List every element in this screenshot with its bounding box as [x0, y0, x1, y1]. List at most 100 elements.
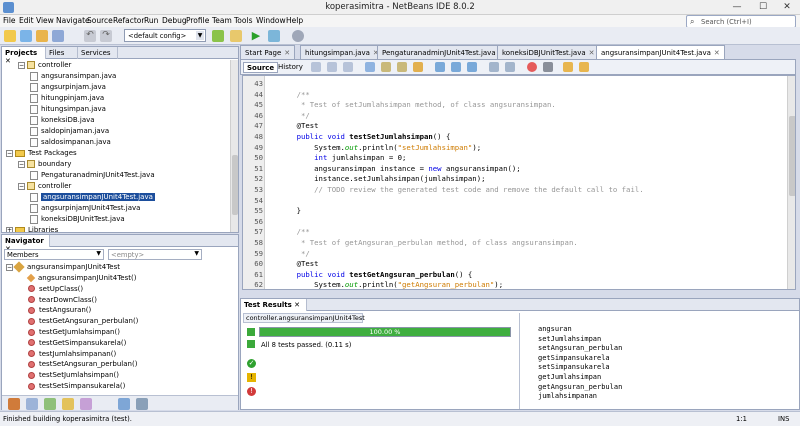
toggle-highlight-icon[interactable]	[413, 62, 423, 72]
config-select[interactable]: <default config> ▼	[124, 29, 206, 42]
save-all-icon[interactable]	[52, 30, 64, 42]
next-bookmark-icon[interactable]	[451, 62, 461, 72]
expand-toggle-icon[interactable]: −	[18, 160, 25, 168]
filter-static-icon[interactable]	[44, 398, 56, 410]
filter-inherited-icon[interactable]	[80, 398, 92, 410]
open-project-icon[interactable]	[36, 30, 48, 42]
tab-koneksidb[interactable]: koneksiDBJUnitTest.java ✕	[497, 45, 600, 59]
tab-history[interactable]: History	[275, 62, 306, 73]
sort-icon[interactable]	[8, 398, 20, 410]
scroll-thumb[interactable]	[789, 116, 795, 196]
uncomment-icon[interactable]	[579, 62, 589, 72]
menu-tools[interactable]: Tools	[234, 16, 252, 25]
stop-macro-icon[interactable]	[543, 62, 553, 72]
minimize-button[interactable]: —	[724, 0, 750, 14]
navigator-member[interactable]: testAngsuran()	[28, 305, 91, 316]
tree-item[interactable]: koneksiDB.java	[30, 115, 95, 126]
build-icon[interactable]	[212, 30, 224, 42]
expand-toggle-icon[interactable]: +	[6, 226, 13, 232]
tab-files[interactable]: Files	[46, 47, 78, 59]
tree-item[interactable]: saldopinjaman.java	[30, 126, 109, 137]
navigator-member[interactable]: setUpClass()	[28, 284, 83, 295]
projects-scrollbar[interactable]	[230, 60, 238, 232]
undo-icon[interactable]: ↶	[84, 30, 96, 42]
tab-source[interactable]: Source	[243, 62, 279, 73]
navigator-member[interactable]: testSetJumlahsimpan()	[28, 370, 119, 381]
menu-view[interactable]: View	[36, 16, 54, 25]
close-tab-icon[interactable]: ✕	[284, 49, 290, 57]
menu-run[interactable]: Run	[144, 16, 158, 25]
members-select[interactable]: Members ▼	[4, 249, 104, 260]
tree-item[interactable]: angsurpinjam.java	[30, 82, 106, 93]
navigator-member[interactable]: tearDownClass()	[28, 295, 97, 306]
tree-item[interactable]: angsuransimpan.java	[30, 71, 116, 82]
record-macro-icon[interactable]	[527, 62, 537, 72]
menu-source[interactable]: Source	[87, 16, 113, 25]
navigator-member[interactable]: testGetAngsuran_perbulan()	[28, 316, 138, 327]
back-icon[interactable]	[327, 62, 337, 72]
comment-icon[interactable]	[563, 62, 573, 72]
expand-toggle-icon[interactable]: −	[18, 182, 25, 190]
navigator-member[interactable]: testGetJumlahsimpan()	[28, 327, 120, 338]
expand-toggle-icon[interactable]: −	[6, 149, 13, 157]
forward-icon[interactable]	[343, 62, 353, 72]
tab-start-page[interactable]: Start Page ✕	[240, 45, 296, 59]
menu-navigate[interactable]: Navigate	[56, 16, 90, 25]
menu-help[interactable]: Help	[286, 16, 303, 25]
tab-angsuransimpan[interactable]: angsuransimpanJUnit4Test.java ✕	[596, 45, 725, 59]
tab-hitungsimpan[interactable]: hitungsimpan.java ✕	[300, 45, 384, 59]
shift-left-icon[interactable]	[489, 62, 499, 72]
navigator-member[interactable]: testSetAngsuran_perbulan()	[28, 359, 137, 370]
tab-navigator[interactable]: Navigator ✕	[2, 235, 50, 253]
new-project-icon[interactable]	[20, 30, 32, 42]
sort-source-icon[interactable]	[136, 398, 148, 410]
sort-alpha-icon[interactable]	[118, 398, 130, 410]
filter-select[interactable]: <empty> ▼	[108, 249, 202, 260]
tree-item[interactable]: koneksiDBJUnitTest.java	[30, 214, 125, 225]
tree-item[interactable]: − controller	[18, 60, 71, 71]
navigator-member[interactable]: testGetSimpansukarela()	[28, 338, 126, 349]
menu-refactor[interactable]: Refactor	[113, 16, 144, 25]
tree-item[interactable]: − boundary	[18, 159, 71, 170]
code-editor[interactable]: 43 44 /** 45 * Test of setJumlahsimpan met…	[242, 75, 796, 290]
find-icon[interactable]	[365, 62, 375, 72]
editor-scrollbar[interactable]	[787, 76, 795, 289]
navigator-member[interactable]: angsuransimpanJUnit4Test()	[26, 273, 136, 284]
scroll-thumb[interactable]	[232, 155, 238, 215]
close-tab-icon[interactable]: ✕	[714, 49, 720, 57]
collapse-icon[interactable]: −	[6, 263, 13, 271]
run-icon[interactable]: ▶	[250, 30, 262, 42]
close-tab-icon[interactable]: ✕	[589, 49, 595, 57]
menu-file[interactable]: File	[3, 16, 16, 25]
expand-toggle-icon[interactable]: −	[18, 61, 25, 69]
find-next-icon[interactable]	[397, 62, 407, 72]
tab-pengaturanadmin[interactable]: PengaturanadminJUnit4Test.java✕	[377, 45, 510, 59]
tab-services[interactable]: Services	[78, 47, 118, 59]
tab-projects[interactable]: Projects ✕	[2, 47, 46, 65]
shift-right-icon[interactable]	[505, 62, 515, 72]
clean-build-icon[interactable]	[230, 30, 242, 42]
menu-profile[interactable]: Profile	[186, 16, 209, 25]
tree-item[interactable]: hitungsimpan.java	[30, 104, 106, 115]
tree-item[interactable]: − Test Packages	[6, 148, 77, 159]
navigator-member[interactable]: testSetSimpansukarela()	[28, 381, 125, 392]
menu-debug[interactable]: Debug	[162, 16, 187, 25]
filter-nonpublic-icon[interactable]	[62, 398, 74, 410]
redo-icon[interactable]: ↷	[100, 30, 112, 42]
menu-team[interactable]: Team	[212, 16, 232, 25]
find-prev-icon[interactable]	[381, 62, 391, 72]
tree-item[interactable]: angsurpinjamJUnit4Test.java	[30, 203, 140, 214]
last-edit-icon[interactable]	[311, 62, 321, 72]
tree-item[interactable]: + Libraries	[6, 225, 58, 232]
toggle-bookmark-icon[interactable]	[467, 62, 477, 72]
tree-item[interactable]: PengaturanadminJUnit4Test.java	[30, 170, 155, 181]
new-file-icon[interactable]	[4, 30, 16, 42]
search-input[interactable]: Search (Ctrl+I)	[701, 18, 752, 26]
navigator-member[interactable]: testJumlahsimpanan()	[28, 349, 116, 360]
tree-item[interactable]: hitungpinjam.java	[30, 93, 104, 104]
debug-icon[interactable]	[268, 30, 280, 42]
tree-item[interactable]: saldosimpanan.java	[30, 137, 111, 148]
prev-bookmark-icon[interactable]	[435, 62, 445, 72]
close-button[interactable]: ✕	[774, 0, 800, 14]
menu-edit[interactable]: Edit	[19, 16, 34, 25]
